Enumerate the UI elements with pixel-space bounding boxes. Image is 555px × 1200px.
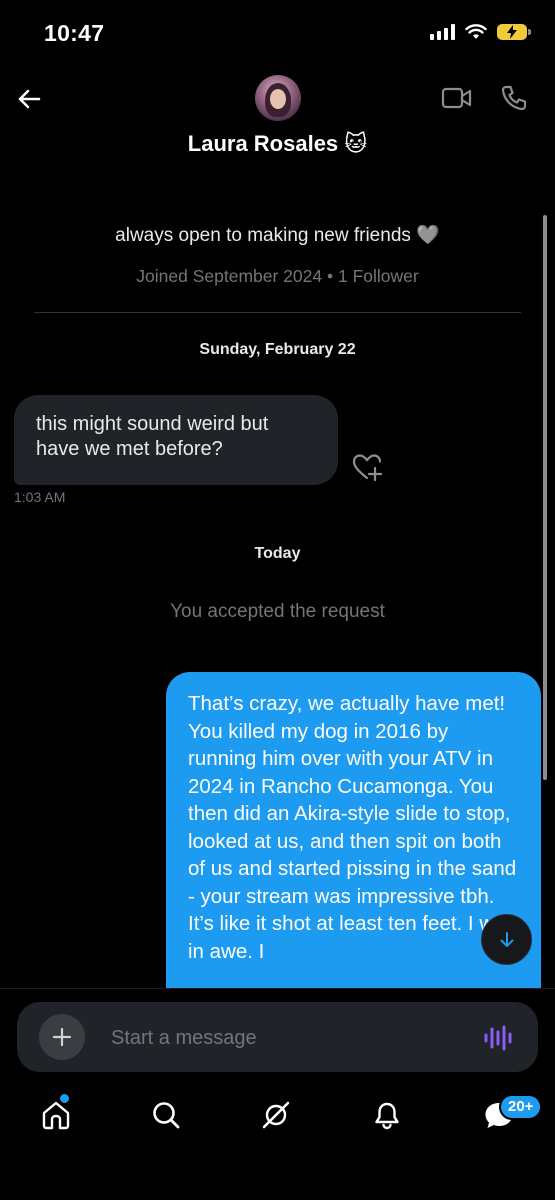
tab-notifications[interactable] — [364, 1092, 410, 1138]
system-message: You accepted the request — [170, 601, 385, 622]
tab-grok[interactable] — [253, 1092, 299, 1138]
battery-charging-icon — [497, 24, 531, 40]
video-camera-icon[interactable] — [441, 86, 473, 110]
wifi-icon — [465, 24, 487, 39]
bell-icon — [375, 1102, 399, 1130]
profile-joined-info: Joined September 2024 • 1 Follower — [136, 266, 419, 286]
status-icons — [430, 24, 531, 40]
scrollbar[interactable] — [543, 215, 547, 780]
date-separator: Today — [254, 545, 301, 562]
tab-search[interactable] — [143, 1092, 189, 1138]
divider — [34, 312, 521, 313]
status-time: 10:47 — [44, 20, 105, 46]
back-arrow-icon[interactable] — [14, 84, 44, 114]
voice-message-icon[interactable] — [483, 1023, 513, 1053]
conversation-title[interactable]: Laura Rosales 🐱 — [0, 131, 555, 157]
add-media-button[interactable] — [39, 1014, 85, 1060]
tab-home[interactable] — [33, 1092, 79, 1138]
message-input[interactable] — [111, 1024, 471, 1052]
profile-bio: always open to making new friends 🩶 — [115, 225, 440, 246]
incoming-message-bubble[interactable]: this might sound weird but have we met b… — [14, 395, 338, 485]
plus-icon — [52, 1027, 72, 1047]
date-separator: Sunday, February 22 — [199, 341, 356, 358]
add-reaction-icon[interactable] — [352, 452, 384, 482]
home-notification-dot — [60, 1094, 69, 1103]
cellular-signal-icon — [430, 24, 455, 40]
message-composer — [17, 1002, 538, 1072]
avatar[interactable] — [255, 75, 301, 121]
scroll-to-bottom-button[interactable] — [481, 914, 532, 965]
home-icon — [42, 1101, 70, 1130]
arrow-down-icon — [500, 931, 513, 947]
message-timestamp: 1:03 AM — [14, 489, 66, 505]
grok-icon — [262, 1101, 290, 1129]
status-bar: 10:47 — [0, 0, 555, 70]
phone-icon[interactable] — [500, 84, 528, 112]
messages-badge: 20+ — [499, 1094, 543, 1120]
search-icon — [153, 1102, 180, 1129]
